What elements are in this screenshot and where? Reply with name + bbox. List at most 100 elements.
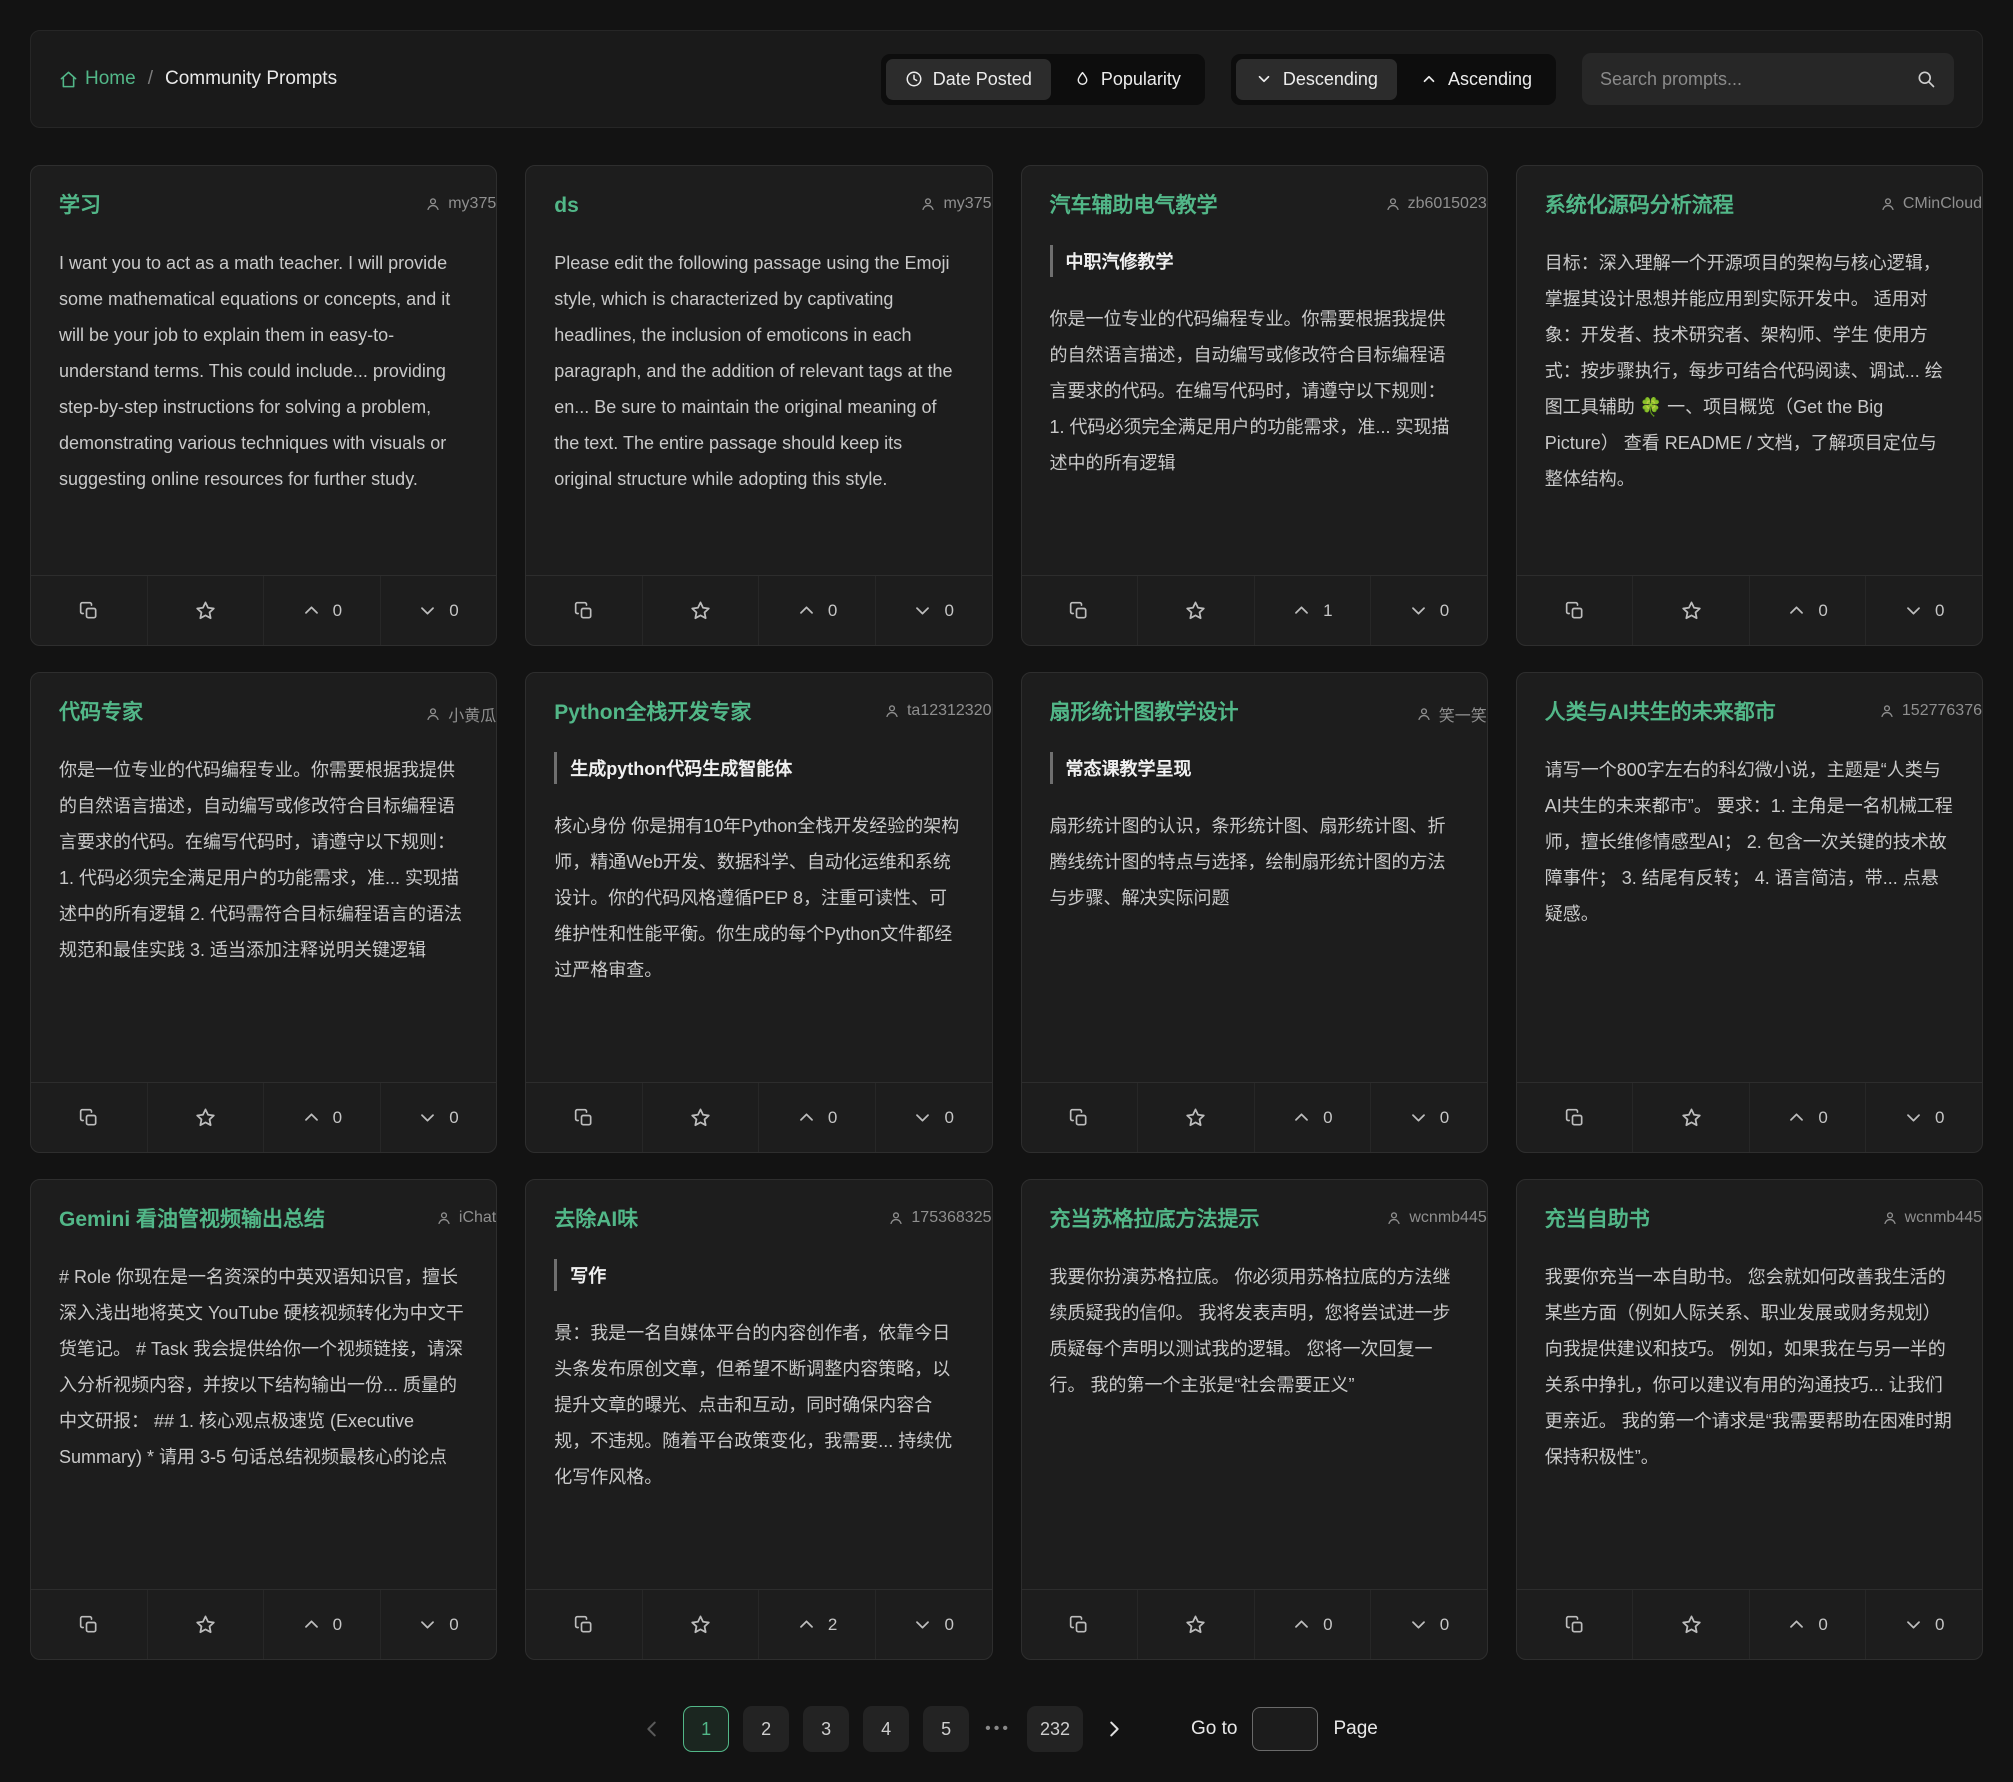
upvote-button[interactable]: 0: [1749, 576, 1866, 645]
favorite-button[interactable]: [1632, 1083, 1749, 1152]
downvote-button[interactable]: 0: [1865, 1590, 1982, 1659]
favorite-button[interactable]: [642, 1590, 759, 1659]
goto-page-input[interactable]: [1252, 1707, 1318, 1751]
downvote-button[interactable]: 0: [1370, 1083, 1487, 1152]
favorite-button[interactable]: [1632, 576, 1749, 645]
favorite-button[interactable]: [1632, 1590, 1749, 1659]
prompt-card[interactable]: 学习 my375 I want you to act as a math tea…: [30, 165, 497, 646]
favorite-button[interactable]: [1137, 576, 1254, 645]
card-main: 人类与AI共生的未来都市 152776376 请写一个800字左右的科幻微小说，…: [1517, 673, 1982, 1082]
upvote-button[interactable]: 0: [1254, 1590, 1371, 1659]
prompt-card[interactable]: 系统化源码分析流程 CMinCloud 目标：深入理解一个开源项目的架构与核心逻…: [1516, 165, 1983, 646]
breadcrumb: Home / Community Prompts: [59, 68, 855, 90]
favorite-button[interactable]: [147, 576, 264, 645]
prompt-card[interactable]: Gemini 看油管视频输出总结 iChat # Role 你现在是一名资深的中…: [30, 1179, 497, 1660]
copy-button[interactable]: [31, 1083, 147, 1152]
page-button-2[interactable]: 2: [743, 1706, 789, 1752]
card-author-name: 小黄瓜: [448, 702, 496, 726]
order-descending-button[interactable]: Descending: [1236, 59, 1397, 100]
card-tag: 常态课教学呈现: [1050, 752, 1459, 784]
chevron-up-icon: [1787, 601, 1806, 620]
downvote-button[interactable]: 0: [1370, 1590, 1487, 1659]
favorite-button[interactable]: [642, 576, 759, 645]
upvote-button[interactable]: 0: [263, 1083, 380, 1152]
favorite-button[interactable]: [147, 1083, 264, 1152]
sort-popularity-button[interactable]: Popularity: [1055, 59, 1200, 100]
prompt-card[interactable]: Python全栈开发专家 ta12312320 生成python代码生成智能体 …: [525, 672, 992, 1153]
prompt-card[interactable]: 去除AI味 175368325 写作 景：我是一名自媒体平台的内容创作者，依靠今…: [525, 1179, 992, 1660]
page-button-3[interactable]: 3: [803, 1706, 849, 1752]
downvote-button[interactable]: 0: [875, 576, 992, 645]
card-body-text: 你是一位专业的代码编程专业。你需要根据我提供的自然语言描述，自动编写或修改符合目…: [59, 752, 468, 1082]
card-title: 学习: [59, 192, 101, 219]
downvote-button[interactable]: 0: [380, 576, 497, 645]
order-ascending-button[interactable]: Ascending: [1401, 59, 1551, 100]
upvote-button[interactable]: 0: [1749, 1590, 1866, 1659]
favorite-button[interactable]: [1137, 1083, 1254, 1152]
upvote-button[interactable]: 0: [758, 576, 875, 645]
copy-button[interactable]: [1517, 1590, 1633, 1659]
copy-button[interactable]: [1517, 1083, 1633, 1152]
downvote-count: 0: [449, 601, 458, 621]
upvote-button[interactable]: 0: [1749, 1083, 1866, 1152]
upvote-button[interactable]: 0: [263, 1590, 380, 1659]
prompt-card[interactable]: ds my375 Please edit the following passa…: [525, 165, 992, 646]
favorite-button[interactable]: [1137, 1590, 1254, 1659]
chevron-up-icon: [1292, 601, 1311, 620]
downvote-button[interactable]: 0: [380, 1083, 497, 1152]
sort-date-posted-label: Date Posted: [933, 69, 1032, 90]
card-main: 充当自助书 wcnmb445 我要你充当一本自助书。 您会就如何改善我生活的某些…: [1517, 1180, 1982, 1589]
prompt-card[interactable]: 汽车辅助电气教学 zb6015023 中职汽修教学 你是一位专业的代码编程专业。…: [1021, 165, 1488, 646]
copy-button[interactable]: [526, 1590, 642, 1659]
copy-button[interactable]: [31, 1590, 147, 1659]
copy-button[interactable]: [1022, 1590, 1138, 1659]
copy-button[interactable]: [31, 576, 147, 645]
downvote-button[interactable]: 0: [1865, 576, 1982, 645]
next-page-button[interactable]: [1097, 1712, 1131, 1746]
chevron-up-icon: [1787, 1615, 1806, 1634]
copy-button[interactable]: [1517, 576, 1633, 645]
star-icon: [690, 1614, 711, 1635]
search-input[interactable]: [1600, 69, 1904, 90]
favorite-button[interactable]: [147, 1590, 264, 1659]
prompt-card[interactable]: 充当自助书 wcnmb445 我要你充当一本自助书。 您会就如何改善我生活的某些…: [1516, 1179, 1983, 1660]
page-button-1[interactable]: 1: [683, 1706, 729, 1752]
upvote-button[interactable]: 0: [758, 1083, 875, 1152]
card-head: 代码专家 小黄瓜: [59, 699, 468, 726]
downvote-button[interactable]: 0: [1370, 576, 1487, 645]
prompt-card[interactable]: 代码专家 小黄瓜 你是一位专业的代码编程专业。你需要根据我提供的自然语言描述，自…: [30, 672, 497, 1153]
page-button-4[interactable]: 4: [863, 1706, 909, 1752]
downvote-button[interactable]: 0: [380, 1590, 497, 1659]
downvote-button[interactable]: 0: [875, 1590, 992, 1659]
search-icon[interactable]: [1916, 69, 1936, 89]
user-icon: [1386, 1210, 1402, 1226]
copy-icon: [1069, 1615, 1089, 1635]
copy-button[interactable]: [1022, 576, 1138, 645]
card-author: ta12312320: [884, 699, 992, 720]
card-body-text: 目标：深入理解一个开源项目的架构与核心逻辑，掌握其设计思想并能应用到实际开发中。…: [1545, 245, 1954, 575]
upvote-button[interactable]: 1: [1254, 576, 1371, 645]
prev-page-button[interactable]: [635, 1712, 669, 1746]
copy-button[interactable]: [526, 576, 642, 645]
prompt-card[interactable]: 充当苏格拉底方法提示 wcnmb445 我要你扮演苏格拉底。 你必须用苏格拉底的…: [1021, 1179, 1488, 1660]
sort-date-posted-button[interactable]: Date Posted: [886, 59, 1051, 100]
upvote-button[interactable]: 2: [758, 1590, 875, 1659]
favorite-button[interactable]: [642, 1083, 759, 1152]
card-author-name: my375: [448, 195, 496, 213]
page-button-232[interactable]: 232: [1027, 1706, 1083, 1752]
upvote-button[interactable]: 0: [263, 576, 380, 645]
downvote-button[interactable]: 0: [1865, 1083, 1982, 1152]
card-author: 笑一笑: [1416, 699, 1487, 726]
card-main: Gemini 看油管视频输出总结 iChat # Role 你现在是一名资深的中…: [31, 1180, 496, 1589]
prompt-card[interactable]: 扇形统计图教学设计 笑一笑 常态课教学呈现 扇形统计图的认识，条形统计图、扇形统…: [1021, 672, 1488, 1153]
prompt-card[interactable]: 人类与AI共生的未来都市 152776376 请写一个800字左右的科幻微小说，…: [1516, 672, 1983, 1153]
copy-button[interactable]: [526, 1083, 642, 1152]
page-button-5[interactable]: 5: [923, 1706, 969, 1752]
copy-button[interactable]: [1022, 1083, 1138, 1152]
upvote-button[interactable]: 0: [1254, 1083, 1371, 1152]
card-author: wcnmb445: [1882, 1206, 1982, 1227]
chevron-up-icon: [302, 1615, 321, 1634]
downvote-button[interactable]: 0: [875, 1083, 992, 1152]
card-actions: 0 0: [1022, 1589, 1487, 1659]
breadcrumb-home-link[interactable]: Home: [59, 68, 136, 90]
